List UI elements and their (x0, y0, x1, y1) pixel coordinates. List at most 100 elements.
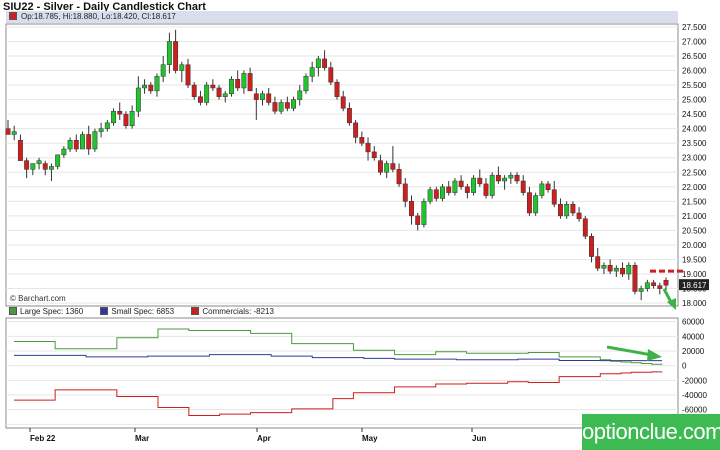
legend-label: Commercials: -8213 (202, 307, 274, 316)
month-label: Mar (135, 434, 149, 443)
candle-up (440, 186, 445, 199)
legend-small-spec: Small Spec: 6853 (97, 306, 174, 318)
candle-down (589, 235, 594, 257)
candle-up (638, 288, 644, 292)
price-tick-label: 25.000 (682, 96, 707, 105)
candle-up (166, 41, 172, 65)
month-label: Jun (472, 434, 486, 443)
candle-up (564, 203, 570, 217)
candle-down (266, 93, 272, 103)
price-tick-label: 25.500 (682, 81, 707, 90)
candle-down (402, 183, 408, 202)
price-tick-label: 20.000 (682, 241, 707, 250)
candle-down (359, 137, 365, 144)
candle-up (539, 183, 545, 196)
chart-canvas: 27.500 27.000 26.500 26.000 25.500 25.000 24.5… (5, 23, 709, 443)
candle-up (80, 134, 85, 150)
candle-down (409, 201, 414, 217)
candle-up (508, 174, 514, 179)
month-label: Feb 22 (30, 434, 56, 443)
candle-down (595, 256, 601, 269)
cot-legend: Large Spec: 1360 Small Spec: 6853 Commer… (6, 306, 678, 318)
legend-label: Small Spec: 6853 (111, 307, 175, 316)
last-price-label: 18.617 (682, 281, 707, 290)
candle-down (657, 285, 663, 289)
candle-down (396, 169, 402, 185)
candle-up (452, 180, 458, 193)
price-tick-label: 21.000 (682, 212, 707, 221)
candle-down (73, 140, 79, 150)
candle-up (644, 282, 650, 289)
candle-down (464, 186, 470, 193)
candle-down (390, 163, 396, 170)
candle-down (334, 81, 340, 97)
candle-down (191, 84, 197, 97)
candle-down (483, 183, 489, 196)
price-tick-label: 18.000 (682, 299, 707, 308)
candle-down (371, 151, 377, 158)
price-tick-label: 26.500 (682, 52, 707, 61)
candle-down (365, 142, 371, 153)
candle-up (154, 76, 160, 92)
candle-up (111, 110, 116, 124)
candle-up (278, 102, 284, 112)
cot-panel (5, 317, 679, 429)
candle-down (378, 160, 383, 173)
candle-up (92, 131, 98, 150)
legend-label: Large Spec: 1360 (20, 307, 84, 316)
cot-tick-label: 20000 (682, 347, 705, 356)
candle-down (632, 265, 638, 292)
candle-down (458, 180, 464, 188)
candle-up (135, 87, 141, 112)
candle-down (340, 96, 346, 109)
candle-up (104, 122, 110, 129)
candle-up (11, 131, 17, 135)
candle-up (260, 93, 265, 100)
month-label: Apr (257, 434, 271, 443)
candle-up (421, 201, 427, 225)
candle-down (284, 102, 290, 109)
candle-down (551, 189, 557, 205)
candle-down (173, 41, 179, 71)
candle-down (433, 189, 439, 199)
price-tick-label: 23.500 (682, 139, 707, 148)
candle-down (216, 87, 222, 97)
candle-up (160, 64, 166, 77)
optionclue-watermark[interactable]: optionclue.com (582, 414, 720, 450)
candle-down (545, 183, 551, 190)
barchart-credit: © Barchart.com (10, 294, 66, 303)
candle-down (197, 96, 203, 103)
candle-down (520, 180, 526, 193)
candle-up (303, 76, 309, 92)
candle-up (55, 154, 61, 167)
candle-down (446, 186, 452, 193)
candle-up (61, 148, 67, 156)
candle-down (272, 102, 278, 112)
candle-down (582, 218, 588, 237)
candle-up (142, 84, 148, 89)
candle-up (67, 140, 73, 150)
candle-down (353, 122, 359, 138)
legend-commercials: Commercials: -8213 (188, 306, 274, 318)
cot-tick-label: 40000 (682, 332, 705, 341)
candle-up (471, 177, 477, 193)
price-tick-label: 21.500 (682, 197, 707, 206)
candle-down (24, 160, 30, 170)
candle-down (651, 282, 657, 286)
price-tick-label: 24.000 (682, 125, 707, 134)
candle-down (576, 212, 582, 220)
candle-down (558, 203, 563, 217)
candle-up (204, 84, 210, 103)
candle-up (315, 58, 321, 68)
candle-down (210, 84, 216, 89)
legend-large-spec: Large Spec: 1360 (6, 306, 83, 318)
price-tick-label: 26.000 (682, 67, 707, 76)
candle-up (626, 265, 632, 275)
candle-down (328, 67, 334, 83)
candle-up (613, 267, 619, 272)
candle-down (514, 174, 520, 182)
price-tick-label: 19.000 (682, 270, 707, 279)
legend-swatch (191, 307, 200, 315)
price-tick-label: 24.500 (682, 110, 707, 119)
candle-down (86, 134, 92, 150)
